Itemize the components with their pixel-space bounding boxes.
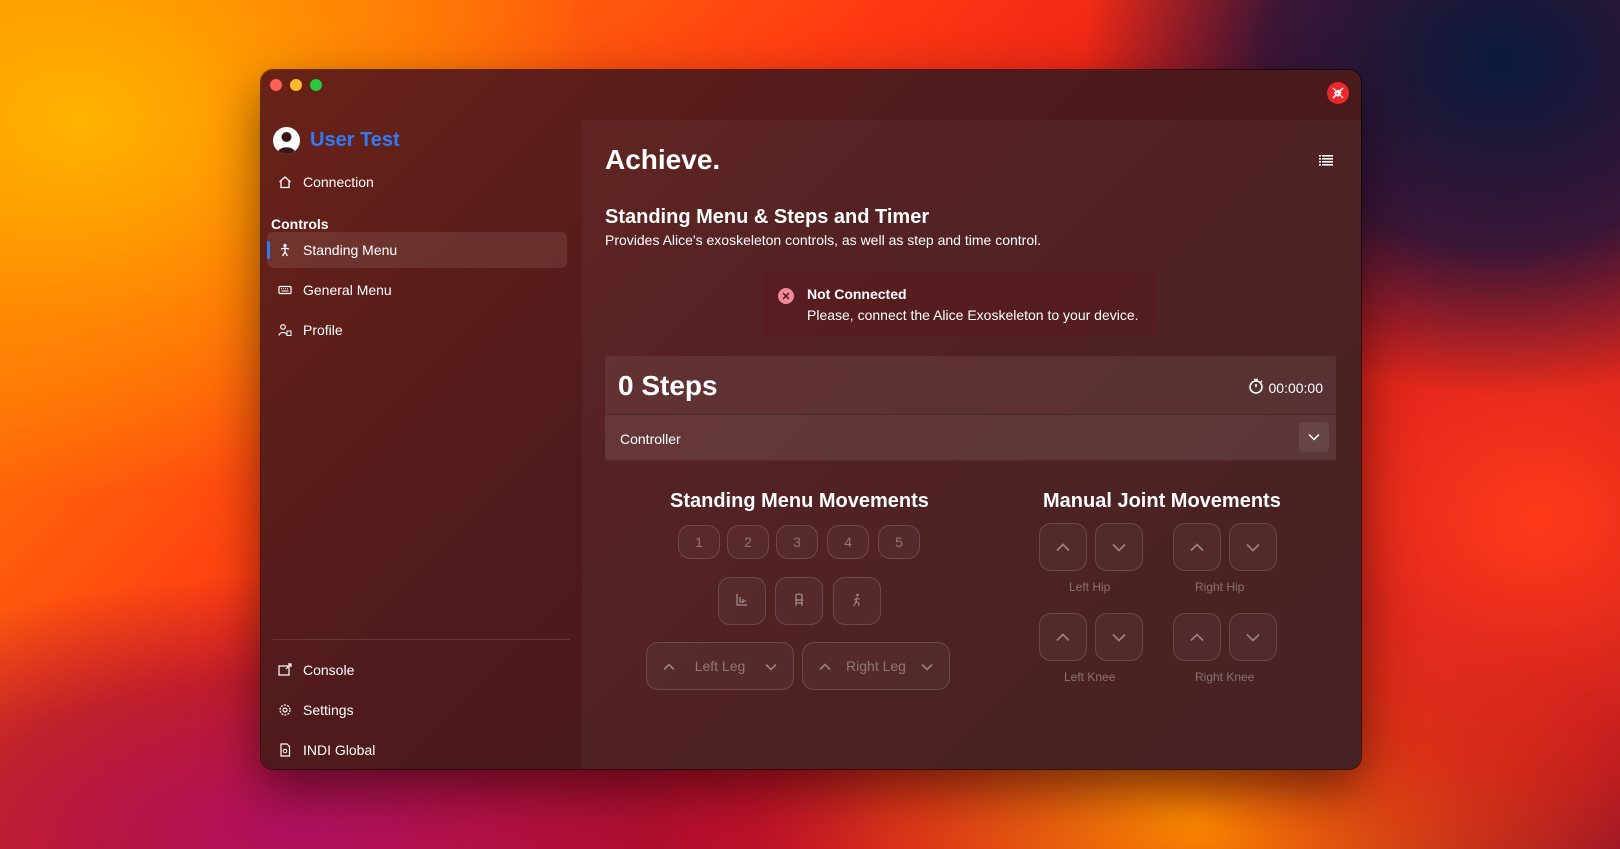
sitting-figure-icon	[735, 593, 749, 610]
position-5-button[interactable]: 5	[878, 525, 920, 559]
chevron-down-icon	[1246, 539, 1260, 555]
standing-figure-icon	[277, 242, 293, 258]
sidebar-item-connection[interactable]: Connection	[267, 164, 567, 200]
person-badge-icon	[277, 322, 293, 338]
standing-menu-movements-title: Standing Menu Movements	[670, 490, 929, 512]
position-2-button[interactable]: 2	[727, 525, 769, 559]
right-leg-label: Right Leg	[846, 658, 906, 674]
chevron-up-icon	[1056, 539, 1070, 555]
sidebar-item-label: Connection	[303, 174, 374, 190]
sidebar-item-profile[interactable]: Profile	[267, 312, 567, 348]
left-hip-up-button[interactable]	[1039, 523, 1087, 571]
sidebar-item-label: Console	[303, 662, 355, 678]
position-4-button[interactable]: 4	[827, 525, 869, 559]
sidebar-item-console[interactable]: Console	[267, 652, 567, 688]
chevron-down-icon	[1112, 539, 1126, 555]
sidebar-item-label: Profile	[303, 322, 343, 338]
section-subtitle: Provides Alice's exoskeleton controls, a…	[605, 232, 1042, 248]
app-window: User Test Connection Controls Standing M…	[261, 70, 1361, 769]
sidebar-item-standing-menu[interactable]: Standing Menu	[267, 232, 567, 268]
console-icon	[277, 662, 293, 678]
list-icon[interactable]	[1319, 153, 1333, 171]
connection-alert: Not Connected Please, connect the Alice …	[763, 272, 1157, 336]
home-icon	[277, 174, 293, 190]
chevron-down-icon[interactable]	[765, 658, 777, 674]
sidebar-item-label: General Menu	[303, 282, 392, 298]
alert-title: Not Connected	[807, 286, 907, 302]
chevron-down-icon	[1112, 629, 1126, 645]
chevron-up-icon	[1190, 539, 1204, 555]
user-profile[interactable]: User Test	[273, 127, 400, 154]
right-hip-label: Right Hip	[1195, 580, 1245, 594]
document-icon	[277, 742, 293, 758]
controller-expand-button[interactable]	[1299, 422, 1329, 452]
right-knee-label: Right Knee	[1195, 670, 1255, 684]
disconnected-plug-icon[interactable]	[1327, 82, 1349, 104]
manual-joint-movements-title: Manual Joint Movements	[1043, 490, 1281, 512]
controls-section-label: Controls	[271, 216, 329, 232]
sidebar-item-label: Settings	[303, 702, 354, 718]
gear-icon	[277, 702, 293, 718]
chevron-down-icon	[1308, 428, 1320, 446]
chevron-up-icon[interactable]	[819, 658, 831, 674]
section-title: Standing Menu & Steps and Timer	[605, 206, 930, 228]
steps-card: 0 Steps 00:00:00 Controller	[605, 356, 1336, 460]
left-leg-control[interactable]: Left Leg	[646, 642, 794, 690]
chevron-up-icon	[1056, 629, 1070, 645]
walking-figure-icon	[850, 593, 864, 610]
keyboard-icon	[277, 282, 293, 298]
right-hip-down-button[interactable]	[1229, 523, 1277, 571]
chevron-down-icon[interactable]	[921, 658, 933, 674]
right-hip-up-button[interactable]	[1173, 523, 1221, 571]
chevron-down-icon	[1246, 629, 1260, 645]
timer: 00:00:00	[1248, 378, 1324, 397]
right-knee-up-button[interactable]	[1173, 613, 1221, 661]
chair-icon	[792, 593, 806, 610]
controller-label: Controller	[620, 431, 681, 447]
left-leg-label: Left Leg	[694, 658, 746, 674]
sidebar-item-label: INDI Global	[303, 742, 376, 758]
steps-count: 0 Steps	[618, 370, 718, 401]
left-hip-label: Left Hip	[1069, 580, 1111, 594]
sidebar-divider	[273, 639, 570, 640]
avatar-icon	[273, 127, 300, 154]
sit-button[interactable]	[718, 577, 766, 625]
alert-message: Please, connect the Alice Exoskeleton to…	[807, 307, 1139, 323]
stand-button[interactable]	[775, 577, 823, 625]
sidebar-item-indi-global[interactable]: INDI Global	[267, 732, 567, 768]
error-icon	[778, 288, 794, 304]
user-name: User Test	[310, 129, 400, 151]
controller-disclosure[interactable]: Controller	[605, 414, 1336, 461]
timer-value: 00:00:00	[1268, 379, 1324, 396]
stopwatch-icon	[1248, 378, 1264, 397]
position-1-button[interactable]: 1	[678, 525, 720, 559]
walk-button[interactable]	[833, 577, 881, 625]
sidebar-item-general-menu[interactable]: General Menu	[267, 272, 567, 308]
left-knee-down-button[interactable]	[1095, 613, 1143, 661]
chevron-up-icon[interactable]	[663, 658, 675, 674]
sidebar-item-settings[interactable]: Settings	[267, 692, 567, 728]
page-title: Achieve.	[605, 144, 721, 175]
chevron-up-icon	[1190, 629, 1204, 645]
position-3-button[interactable]: 3	[776, 525, 818, 559]
right-knee-down-button[interactable]	[1229, 613, 1277, 661]
right-leg-control[interactable]: Right Leg	[802, 642, 950, 690]
sidebar-item-label: Standing Menu	[303, 242, 398, 258]
main-content: Achieve. Standing Menu & Steps and Timer…	[582, 120, 1361, 769]
sidebar: User Test Connection Controls Standing M…	[261, 70, 581, 769]
left-hip-down-button[interactable]	[1095, 523, 1143, 571]
left-knee-label: Left Knee	[1064, 670, 1116, 684]
left-knee-up-button[interactable]	[1039, 613, 1087, 661]
